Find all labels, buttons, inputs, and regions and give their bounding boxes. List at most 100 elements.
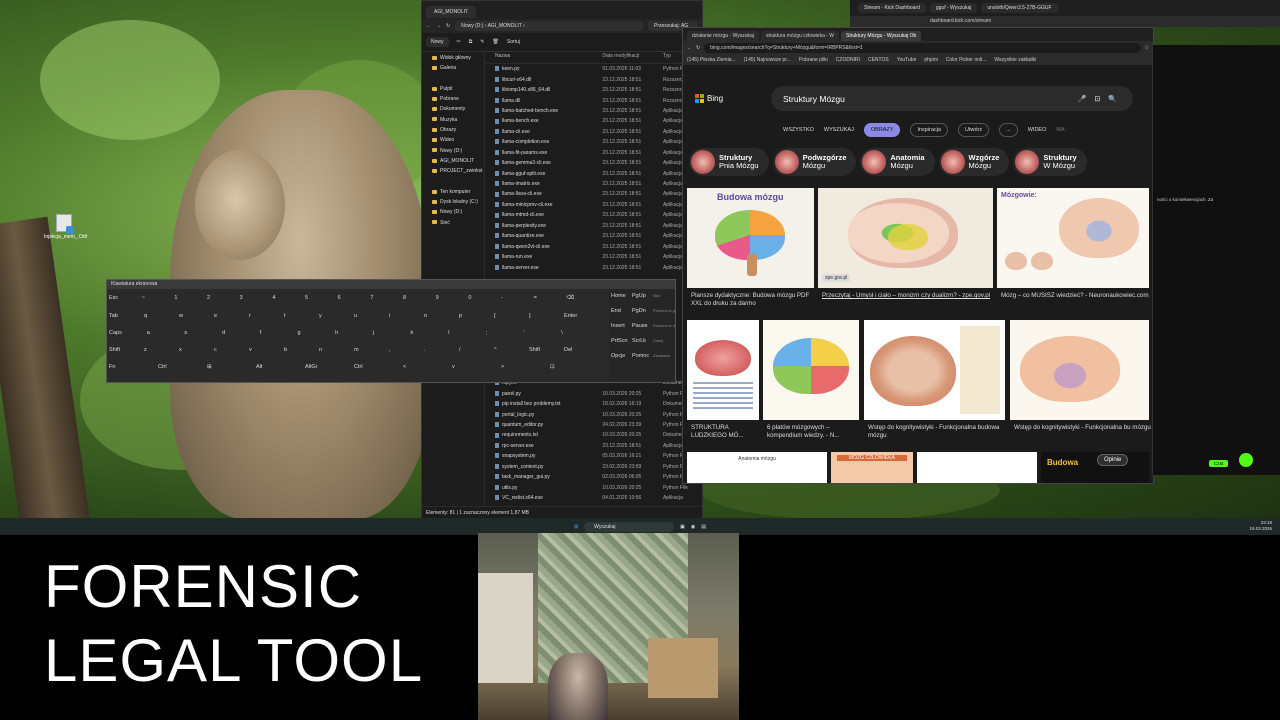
osk-nav-key[interactable]: Home [611,293,633,299]
osk-key[interactable]: b [284,347,287,353]
address-bar[interactable]: bing.com/images/search?q=Struktury+Mózgu… [704,43,1141,53]
chat-button[interactable]: Czat [1209,460,1229,467]
star-icon[interactable]: ☆ [1145,45,1149,51]
file-row[interactable]: pip install bez problemy.txt 18.02.2026 1… [485,399,702,409]
bing-logo[interactable]: Bing [695,94,723,103]
nav-inspiration[interactable]: Inspiracja [910,123,948,137]
bookmark-item[interactable]: Wszystkie zakładki [994,57,1036,63]
bing-search-input[interactable]: Struktury Mózgu 🎤⊡🔍 [771,86,1133,111]
file-row[interactable]: system_context.py 23.02.2026 23:59 Python … [485,462,702,472]
nav-item[interactable]: Galeria [422,63,484,73]
file-row[interactable]: llama-llava-cli.exe 23.12.2025 18:51 Aplik… [485,189,702,199]
file-row[interactable]: libcurl-x64.dll 23.12.2025 18:51 Rozszerze… [485,74,702,84]
file-row[interactable]: requirements.txt 10.03.2026 20:25 Dokument… [485,430,702,440]
nav-item[interactable]: Nowy (D:) [422,146,484,156]
nav-item[interactable]: Pulpit [422,84,484,94]
result-image-anatomia[interactable]: Anatomia mózgu [687,452,827,483]
osk-key[interactable]: s [184,330,187,336]
back-icon[interactable]: ← [687,45,692,51]
osk-key[interactable]: , [389,347,391,353]
kick-url-bar[interactable]: dashboard.kick.com/stream [850,16,1280,27]
col-name[interactable]: Nazwa [485,53,602,63]
result-image-mozgowie[interactable]: Mózgowie: [997,188,1149,288]
new-button[interactable]: Nowy [426,37,449,47]
osk-key[interactable]: v [249,347,252,353]
related-search-chip[interactable]: Anatomia Mózgu [860,148,935,176]
result-image-budowa[interactable]: Budowa [1041,452,1149,483]
nav-search[interactable]: WYSZUKAJ [824,127,854,133]
file-row[interactable]: llama-server.exe 23.12.2025 18:51 Aplikacj… [485,262,702,272]
file-row[interactable]: VC_redist.x64.exe 04.01.2026 10:56 Aplikac… [485,493,702,503]
osk-key[interactable]: ] [529,313,531,319]
osk-key[interactable]: c [214,347,217,353]
nav-maps[interactable]: MA [1056,127,1064,133]
file-row[interactable]: keen.py 01.03.2026 11:03 Python File [485,64,702,74]
related-search-chip[interactable]: Struktury Pnia Mózgu [689,148,769,176]
file-row[interactable]: llama-perplexity.exe 23.12.2025 18:51 Apli… [485,221,702,231]
osk-key[interactable]: j [373,330,374,336]
osk-key[interactable]: 8 [403,295,406,301]
nav-create[interactable]: Utwórz [958,123,990,137]
bookmark-item[interactable]: CZODNIRI [836,57,860,63]
nav-video[interactable]: WIDEO [1028,127,1047,133]
file-row[interactable]: rpc-server.exe 23.12.2025 18:51 Aplikacja [485,441,702,451]
osk-key[interactable]: 9 [436,295,439,301]
nav-item[interactable]: Pobrane [422,94,484,104]
osk-key[interactable]: l [448,330,449,336]
file-row[interactable]: llama-minicpmv-cli.exe 23.12.2025 18:51 Ap… [485,200,702,210]
related-search-chip[interactable]: Struktury W Mózgu [1013,148,1087,176]
osk-key[interactable]: r [249,313,251,319]
osk-key[interactable]: Shift [109,347,120,353]
osk-key[interactable]: 2 [207,295,210,301]
file-row[interactable]: llama-gemma3-cli.exe 23.12.2025 18:51 Apli… [485,158,702,168]
bookmark-item[interactable]: (145) Płoska Ziemia... [687,57,736,63]
feedback-button[interactable]: Opinie [1097,454,1129,466]
taskbar-search[interactable]: Wyszukaj [584,521,675,532]
related-search-chip[interactable]: Podwzgórze Mózgu [772,148,857,176]
file-row[interactable]: portal_logic.py 10.03.2026 20:25 Python Fi… [485,409,702,419]
osk-nav-key[interactable]: Zanikanie [653,353,675,358]
bookmark-item[interactable]: Color Picker onli... [946,57,987,63]
delete-icon[interactable]: 🗑 [493,39,499,45]
file-row[interactable]: panel.py 10.03.2026 20:25 Python File [485,388,702,398]
osk-nav-key[interactable]: Insert [611,323,633,329]
nav-item[interactable]: Widok główny [422,53,484,63]
osk-key[interactable]: . [424,347,426,353]
result-image-3[interactable] [917,452,1037,483]
osk-key[interactable]: Del [564,347,572,353]
osk-key[interactable]: o [424,313,427,319]
file-row[interactable]: snapsystem.py 05.03.2026 16:21 Python File [485,451,702,461]
bookmark-item[interactable]: Pobrane pliki [799,57,828,63]
osk-nav-key[interactable]: PrtScn [611,338,633,344]
osk-key[interactable]: = [534,295,537,301]
clock[interactable]: 23:18 19.03.2026 [1249,520,1272,532]
tab-struktury-mozgu[interactable]: Struktury Mózgu - Wyszukaj Ob [841,31,922,41]
nav-item[interactable]: Ten komputer [422,187,484,197]
osk-key[interactable]: Tab [109,313,118,319]
file-row[interactable]: llama-completion.exe 23.12.2025 18:51 Apli… [485,137,702,147]
osk-key[interactable]: ~ [142,295,145,301]
osk-key[interactable]: Ctrl [354,364,363,370]
nav-item[interactable]: Nowy (D:) [422,207,484,217]
osk-key[interactable]: w [179,313,183,319]
bookmark-item[interactable]: CENTOS [868,57,889,63]
osk-key[interactable]: u [354,313,357,319]
file-row[interactable]: llama-run.exe 23.12.2025 18:51 Aplikacja [485,252,702,262]
osk-key[interactable]: z [144,347,147,353]
result-image-umysl-cialo[interactable]: zpe.gov.pl [818,188,993,288]
bookmark-item[interactable]: (145) Najnowsze pr... [744,57,791,63]
rename-icon[interactable]: ✎ [480,39,484,45]
file-row[interactable]: libiomp140.x86_64.dll 23.12.2025 18:51 Roz… [485,85,702,95]
result-image-mozg-czlowieka[interactable]: MÓZG CZŁOWIEKA [831,452,913,483]
osk-nav-key[interactable]: ScrLk [632,338,654,344]
osk-key[interactable]: > [501,364,504,370]
osk-key[interactable]: n [319,347,322,353]
desktop-file-icon[interactable]: Injekcja_mem_.Odt [44,214,87,240]
nav-item[interactable]: Dysk lokalny (C:) [422,197,484,207]
forward-arrow-icon[interactable]: → [436,23,441,29]
nav-item[interactable]: Dokumenty [422,104,484,114]
caption-kognitywistyka-1[interactable]: Wstęp do kognitywistyki - Funkcjonalna b… [868,424,1006,440]
osk-key[interactable]: ⊞ [207,364,212,370]
osk-key[interactable]: ⌫ [566,295,574,301]
osk-key[interactable]: e [214,313,217,319]
